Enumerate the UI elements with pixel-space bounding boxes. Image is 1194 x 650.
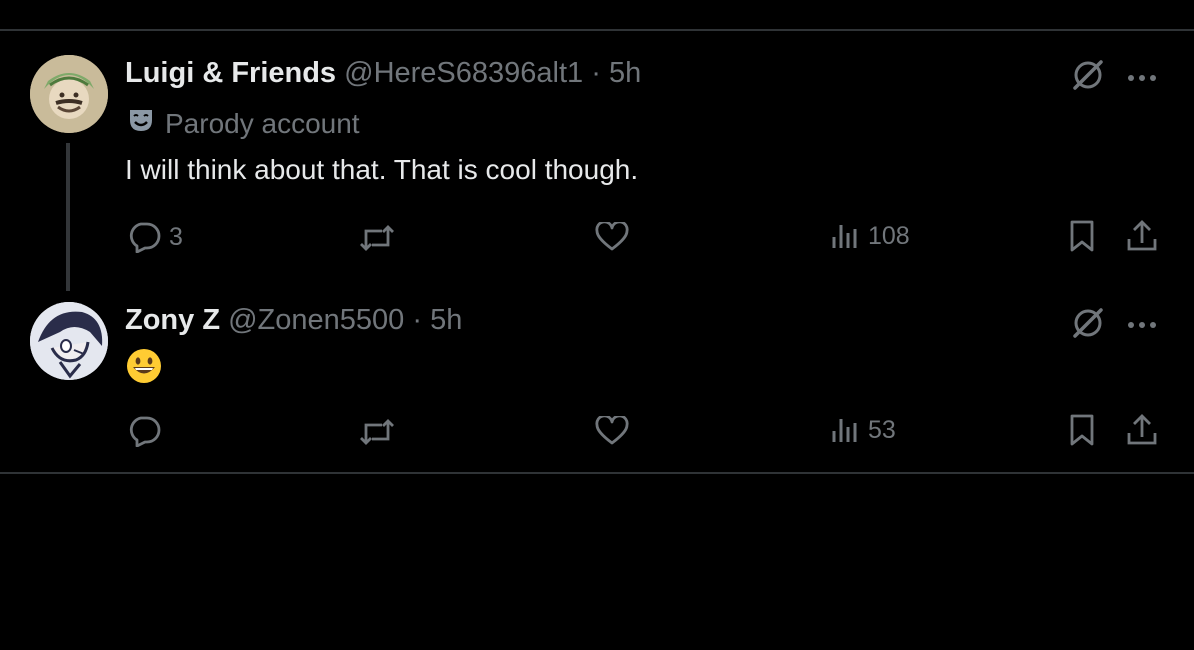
reply-button[interactable]	[127, 415, 169, 447]
action-bar: 3 108	[0, 215, 1194, 259]
like-icon	[595, 222, 629, 252]
avatar[interactable]	[30, 302, 108, 380]
reply-count: 3	[169, 222, 183, 251]
like-button[interactable]	[595, 416, 629, 446]
grinning-face-emoji	[126, 348, 162, 389]
display-name[interactable]: Zony Z	[125, 304, 220, 336]
tweet-header: Zony Z @Zonen5500 · 5h	[125, 304, 462, 337]
bookmark-button[interactable]	[1068, 413, 1096, 447]
share-button[interactable]	[1126, 413, 1158, 447]
tweet-2[interactable]: Zony Z @Zonen5500 · 5h 53	[0, 270, 1194, 472]
more-icon[interactable]	[1126, 70, 1158, 88]
repost-icon	[358, 223, 396, 253]
views-button[interactable]: 53	[830, 415, 896, 445]
reply-icon	[127, 221, 161, 253]
timestamp[interactable]: 5h	[609, 57, 641, 89]
like-icon	[595, 416, 629, 446]
bookmark-button[interactable]	[1068, 219, 1096, 253]
tweet-1[interactable]: Luigi & Friends @HereS68396alt1 · 5h Par…	[0, 30, 1194, 291]
grok-icon[interactable]	[1071, 58, 1105, 97]
share-icon	[1126, 413, 1158, 447]
separator: ·	[412, 304, 423, 336]
like-button[interactable]	[595, 222, 629, 252]
repost-button[interactable]	[358, 417, 396, 447]
repost-icon	[358, 417, 396, 447]
share-button[interactable]	[1126, 219, 1158, 253]
share-icon	[1126, 219, 1158, 253]
tweet-header: Luigi & Friends @HereS68396alt1 · 5h	[125, 57, 641, 90]
action-bar: 53	[0, 410, 1194, 454]
views-count: 108	[868, 221, 910, 250]
views-icon	[830, 221, 860, 251]
views-icon	[830, 415, 860, 445]
tweet-text: I will think about that. That is cool th…	[125, 154, 639, 185]
grok-icon[interactable]	[1071, 306, 1105, 345]
theater-mask-icon	[127, 106, 155, 141]
bottom-divider	[0, 472, 1194, 474]
views-count: 53	[868, 415, 896, 444]
repost-button[interactable]	[358, 223, 396, 253]
reply-icon	[127, 415, 161, 447]
views-button[interactable]: 108	[830, 221, 910, 251]
handle[interactable]: @HereS68396alt1	[344, 57, 583, 89]
display-name[interactable]: Luigi & Friends	[125, 57, 336, 89]
timestamp[interactable]: 5h	[430, 304, 462, 336]
parody-badge: Parody account	[127, 106, 360, 141]
avatar[interactable]	[30, 55, 108, 133]
handle[interactable]: @Zonen5500	[228, 304, 404, 336]
more-icon[interactable]	[1126, 317, 1158, 335]
separator: ·	[591, 57, 601, 89]
badge-label: Parody account	[165, 107, 360, 139]
bookmark-icon	[1068, 413, 1096, 447]
bookmark-icon	[1068, 219, 1096, 253]
reply-button[interactable]: 3	[127, 221, 183, 253]
